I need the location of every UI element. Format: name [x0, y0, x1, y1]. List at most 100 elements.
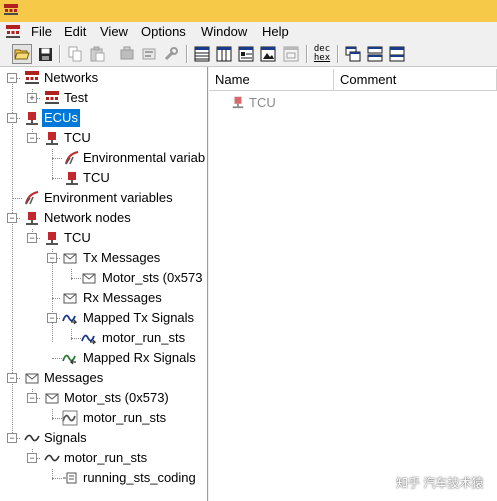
tree-item-motor-sts-tx[interactable]: Motor_sts (0x573 [102, 269, 202, 287]
tree-item-tx-messages[interactable]: Tx Messages [83, 249, 160, 267]
collapse-toggle[interactable]: − [7, 433, 17, 443]
tools-button[interactable] [161, 44, 181, 64]
tree-item-motor-run-sts-signal[interactable]: motor_run_sts [64, 449, 147, 467]
menu-edit[interactable]: Edit [63, 24, 87, 40]
wave-signal-icon [24, 434, 40, 442]
tree-connector [52, 298, 60, 299]
view-list-button[interactable] [192, 44, 212, 64]
menu-view[interactable]: View [99, 24, 129, 40]
collapse-toggle[interactable]: − [27, 133, 37, 143]
wave-signal-icon [44, 454, 60, 462]
cascade-windows-icon [345, 46, 361, 62]
cascade-button[interactable] [343, 44, 363, 64]
ecu-icon [46, 232, 58, 245]
view-columns-button[interactable] [214, 44, 234, 64]
hex-label: hex [313, 53, 331, 63]
view-disabled-button[interactable] [281, 44, 301, 64]
tree-item-ecus[interactable]: ECUs [42, 109, 80, 127]
envelope-icon [45, 393, 59, 404]
envelope-icon [63, 253, 77, 264]
menu-window[interactable]: Window [200, 24, 248, 40]
collapse-toggle[interactable]: − [27, 393, 37, 403]
tree-connector [52, 478, 62, 479]
column-header-comment[interactable]: Comment [334, 69, 497, 91]
collapse-toggle[interactable]: − [27, 453, 37, 463]
toolbar-separator [337, 45, 339, 63]
tree-item-tcu-ecu[interactable]: TCU [83, 169, 110, 187]
tree-item-motor-sts[interactable]: Motor_sts (0x573) [64, 389, 169, 407]
tree-item-mapped-tx-signals[interactable]: Mapped Tx Signals [83, 309, 194, 327]
collapse-toggle[interactable]: − [7, 213, 17, 223]
message-gray-icon [142, 48, 156, 60]
network-icon [25, 71, 39, 84]
copy-button[interactable] [65, 44, 85, 64]
tree-item-test[interactable]: Test [64, 89, 88, 107]
tree-item-running-sts-coding[interactable]: running_sts_coding [83, 469, 196, 487]
toolbar-separator [59, 45, 61, 63]
tree-item-motor-run-sts-message[interactable]: motor_run_sts [83, 409, 166, 427]
signal-icon [81, 334, 97, 345]
environment-variable-icon [65, 151, 79, 165]
tree-connector [52, 149, 53, 180]
envelope-icon [82, 273, 96, 284]
tree-item-mapped-rx-signals[interactable]: Mapped Rx Signals [83, 349, 196, 367]
column-header-name[interactable]: Name [209, 69, 334, 91]
tree-item-rx-messages[interactable]: Rx Messages [83, 289, 162, 307]
tree-item-environment-variables[interactable]: Environment variables [44, 189, 173, 207]
window-gray-icon [283, 46, 299, 62]
expand-toggle[interactable]: + [27, 93, 37, 103]
tree-item-signals[interactable]: Signals [44, 429, 87, 447]
tree-item-environmental-variables[interactable]: Environmental variab [83, 149, 205, 167]
menu-help[interactable]: Help [261, 24, 290, 40]
tile-vertical-icon [389, 46, 405, 62]
copy-icon [68, 46, 82, 62]
floppy-disk-icon [38, 47, 52, 61]
new-message-button[interactable] [139, 44, 159, 64]
ecu-icon [26, 112, 38, 125]
tree-item-network-nodes[interactable]: Network nodes [44, 209, 131, 227]
tree-item-motor-run-sts-mapped[interactable]: motor_run_sts [102, 329, 185, 347]
tree-connector [52, 158, 62, 159]
tile-vertical-button[interactable] [387, 44, 407, 64]
picture-window-icon [260, 46, 276, 62]
node-gray-icon [120, 46, 134, 60]
menu-options[interactable]: Options [140, 24, 187, 40]
signal-icon [62, 354, 76, 365]
collapse-toggle[interactable]: − [47, 313, 57, 323]
collapse-toggle[interactable]: − [47, 253, 57, 263]
network-icon[interactable] [6, 25, 20, 39]
signal-icon [62, 314, 78, 325]
save-button[interactable] [35, 44, 55, 64]
view-image-button[interactable] [258, 44, 278, 64]
ecu-icon [26, 212, 38, 225]
open-button[interactable] [12, 44, 32, 64]
tile-horizontal-icon [367, 46, 383, 62]
wrench-icon [164, 47, 178, 61]
app-icon [4, 4, 18, 15]
tree-connector [12, 198, 22, 199]
tree-connector [71, 338, 81, 339]
collapse-toggle[interactable]: − [7, 73, 17, 83]
collapse-toggle[interactable]: − [7, 113, 17, 123]
collapse-toggle[interactable]: − [7, 373, 17, 383]
tile-horizontal-button[interactable] [365, 44, 385, 64]
collapse-toggle[interactable]: − [27, 233, 37, 243]
view-details-button[interactable] [236, 44, 256, 64]
menu-file[interactable]: File [30, 24, 53, 40]
dec-hex-toggle-button[interactable]: dec hex [312, 44, 332, 64]
new-node-button[interactable] [117, 44, 137, 64]
tree-item-tcu[interactable]: TCU [64, 129, 91, 147]
tree-item-node-tcu[interactable]: TCU [64, 229, 91, 247]
tree-item-messages[interactable]: Messages [44, 369, 103, 387]
value-table-icon [63, 472, 77, 484]
envelope-icon [63, 293, 77, 304]
toolbar-separator [186, 45, 188, 63]
list-view[interactable]: Name Comment TCU [209, 67, 497, 501]
tree-connector [12, 77, 13, 439]
ecu-icon [232, 96, 244, 109]
database-tree[interactable]: − + − − − − − − − − − − Networks Test EC… [0, 67, 208, 501]
envelope-icon [25, 373, 39, 384]
tree-item-networks[interactable]: Networks [44, 69, 98, 87]
network-icon [45, 91, 59, 104]
paste-button[interactable] [87, 44, 107, 64]
